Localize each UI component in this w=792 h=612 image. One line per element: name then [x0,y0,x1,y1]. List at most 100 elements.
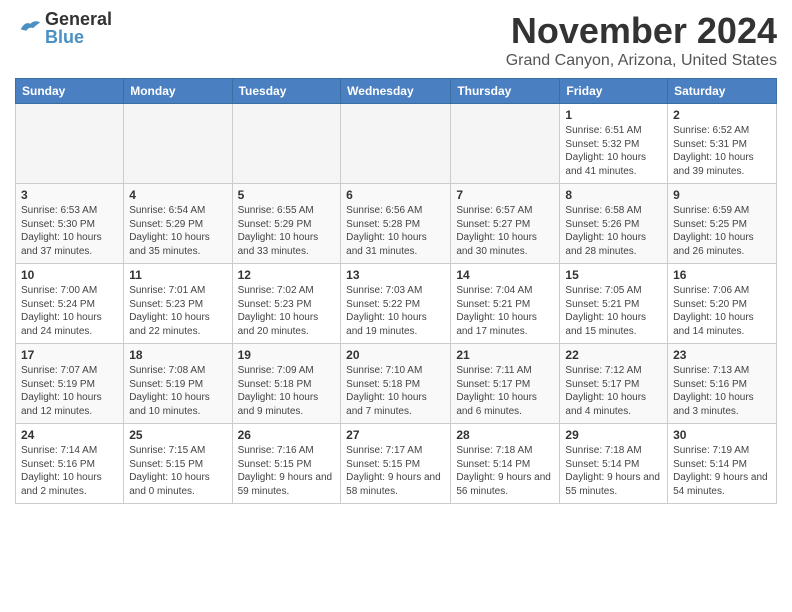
day-info: Sunrise: 7:05 AM Sunset: 5:21 PM Dayligh… [565,284,662,338]
day-info: Sunrise: 6:59 AM Sunset: 5:25 PM Dayligh… [673,204,771,258]
day-number: 15 [565,268,662,282]
day-info: Sunrise: 7:14 AM Sunset: 5:16 PM Dayligh… [21,444,118,498]
calendar-header-row: Sunday Monday Tuesday Wednesday Thursday… [16,79,777,104]
day-info: Sunrise: 7:04 AM Sunset: 5:21 PM Dayligh… [456,284,554,338]
day-number: 28 [456,428,554,442]
day-number: 11 [129,268,226,282]
day-number: 7 [456,188,554,202]
calendar-cell: 11 Sunrise: 7:01 AM Sunset: 5:23 PM Dayl… [124,264,232,344]
col-thursday: Thursday [451,79,560,104]
calendar-cell: 29 Sunrise: 7:18 AM Sunset: 5:14 PM Dayl… [560,424,668,504]
day-info: Sunrise: 6:51 AM Sunset: 5:32 PM Dayligh… [565,124,662,178]
col-tuesday: Tuesday [232,79,341,104]
day-info: Sunrise: 7:15 AM Sunset: 5:15 PM Dayligh… [129,444,226,498]
day-info: Sunrise: 6:52 AM Sunset: 5:31 PM Dayligh… [673,124,771,178]
day-number: 22 [565,348,662,362]
day-info: Sunrise: 6:56 AM Sunset: 5:28 PM Dayligh… [346,204,445,258]
calendar-cell: 14 Sunrise: 7:04 AM Sunset: 5:21 PM Dayl… [451,264,560,344]
day-number: 21 [456,348,554,362]
calendar-cell: 5 Sunrise: 6:55 AM Sunset: 5:29 PM Dayli… [232,184,341,264]
calendar-cell: 1 Sunrise: 6:51 AM Sunset: 5:32 PM Dayli… [560,104,668,184]
calendar-row-2: 10 Sunrise: 7:00 AM Sunset: 5:24 PM Dayl… [16,264,777,344]
day-info: Sunrise: 7:18 AM Sunset: 5:14 PM Dayligh… [565,444,662,498]
day-info: Sunrise: 7:19 AM Sunset: 5:14 PM Dayligh… [673,444,771,498]
title-section: November 2024 Grand Canyon, Arizona, Uni… [506,10,777,70]
day-number: 13 [346,268,445,282]
calendar-cell: 12 Sunrise: 7:02 AM Sunset: 5:23 PM Dayl… [232,264,341,344]
calendar-row-0: 1 Sunrise: 6:51 AM Sunset: 5:32 PM Dayli… [16,104,777,184]
day-number: 25 [129,428,226,442]
day-number: 27 [346,428,445,442]
day-info: Sunrise: 7:02 AM Sunset: 5:23 PM Dayligh… [238,284,336,338]
col-saturday: Saturday [668,79,777,104]
day-info: Sunrise: 7:17 AM Sunset: 5:15 PM Dayligh… [346,444,445,498]
day-number: 16 [673,268,771,282]
day-info: Sunrise: 7:10 AM Sunset: 5:18 PM Dayligh… [346,364,445,418]
calendar-cell: 7 Sunrise: 6:57 AM Sunset: 5:27 PM Dayli… [451,184,560,264]
calendar-cell: 26 Sunrise: 7:16 AM Sunset: 5:15 PM Dayl… [232,424,341,504]
calendar-cell: 20 Sunrise: 7:10 AM Sunset: 5:18 PM Dayl… [341,344,451,424]
day-number: 30 [673,428,771,442]
day-info: Sunrise: 6:57 AM Sunset: 5:27 PM Dayligh… [456,204,554,258]
day-info: Sunrise: 7:18 AM Sunset: 5:14 PM Dayligh… [456,444,554,498]
day-info: Sunrise: 7:00 AM Sunset: 5:24 PM Dayligh… [21,284,118,338]
calendar-row-3: 17 Sunrise: 7:07 AM Sunset: 5:19 PM Dayl… [16,344,777,424]
day-info: Sunrise: 7:11 AM Sunset: 5:17 PM Dayligh… [456,364,554,418]
day-number: 20 [346,348,445,362]
col-monday: Monday [124,79,232,104]
location-title: Grand Canyon, Arizona, United States [506,52,777,70]
day-info: Sunrise: 6:54 AM Sunset: 5:29 PM Dayligh… [129,204,226,258]
calendar-cell: 13 Sunrise: 7:03 AM Sunset: 5:22 PM Dayl… [341,264,451,344]
calendar-row-1: 3 Sunrise: 6:53 AM Sunset: 5:30 PM Dayli… [16,184,777,264]
day-number: 14 [456,268,554,282]
calendar-cell: 17 Sunrise: 7:07 AM Sunset: 5:19 PM Dayl… [16,344,124,424]
calendar-cell: 21 Sunrise: 7:11 AM Sunset: 5:17 PM Dayl… [451,344,560,424]
calendar-cell: 15 Sunrise: 7:05 AM Sunset: 5:21 PM Dayl… [560,264,668,344]
calendar-cell: 10 Sunrise: 7:00 AM Sunset: 5:24 PM Dayl… [16,264,124,344]
logo-general-text: General [45,10,112,28]
day-number: 10 [21,268,118,282]
day-number: 6 [346,188,445,202]
day-number: 17 [21,348,118,362]
day-info: Sunrise: 7:16 AM Sunset: 5:15 PM Dayligh… [238,444,336,498]
day-info: Sunrise: 7:13 AM Sunset: 5:16 PM Dayligh… [673,364,771,418]
calendar-cell: 23 Sunrise: 7:13 AM Sunset: 5:16 PM Dayl… [668,344,777,424]
calendar-cell [341,104,451,184]
day-info: Sunrise: 6:58 AM Sunset: 5:26 PM Dayligh… [565,204,662,258]
calendar-cell: 2 Sunrise: 6:52 AM Sunset: 5:31 PM Dayli… [668,104,777,184]
calendar-row-4: 24 Sunrise: 7:14 AM Sunset: 5:16 PM Dayl… [16,424,777,504]
logo-blue-text: Blue [45,28,112,46]
day-number: 8 [565,188,662,202]
calendar-cell: 16 Sunrise: 7:06 AM Sunset: 5:20 PM Dayl… [668,264,777,344]
day-info: Sunrise: 7:03 AM Sunset: 5:22 PM Dayligh… [346,284,445,338]
day-info: Sunrise: 7:08 AM Sunset: 5:19 PM Dayligh… [129,364,226,418]
logo-text: General Blue [45,10,112,46]
day-number: 24 [21,428,118,442]
calendar-cell: 3 Sunrise: 6:53 AM Sunset: 5:30 PM Dayli… [16,184,124,264]
calendar-cell [16,104,124,184]
calendar-cell [124,104,232,184]
day-number: 23 [673,348,771,362]
calendar-cell [232,104,341,184]
col-wednesday: Wednesday [341,79,451,104]
day-info: Sunrise: 7:09 AM Sunset: 5:18 PM Dayligh… [238,364,336,418]
calendar-cell: 30 Sunrise: 7:19 AM Sunset: 5:14 PM Dayl… [668,424,777,504]
calendar-cell: 18 Sunrise: 7:08 AM Sunset: 5:19 PM Dayl… [124,344,232,424]
day-number: 9 [673,188,771,202]
calendar-cell: 19 Sunrise: 7:09 AM Sunset: 5:18 PM Dayl… [232,344,341,424]
logo-bird-icon [15,14,43,42]
calendar-cell: 9 Sunrise: 6:59 AM Sunset: 5:25 PM Dayli… [668,184,777,264]
day-number: 12 [238,268,336,282]
calendar-table: Sunday Monday Tuesday Wednesday Thursday… [15,78,777,504]
logo: General Blue [15,10,112,46]
day-info: Sunrise: 6:53 AM Sunset: 5:30 PM Dayligh… [21,204,118,258]
calendar-cell: 6 Sunrise: 6:56 AM Sunset: 5:28 PM Dayli… [341,184,451,264]
day-number: 5 [238,188,336,202]
day-number: 1 [565,108,662,122]
calendar-cell: 22 Sunrise: 7:12 AM Sunset: 5:17 PM Dayl… [560,344,668,424]
day-number: 18 [129,348,226,362]
page-header: General Blue November 2024 Grand Canyon,… [15,10,777,70]
calendar-cell: 27 Sunrise: 7:17 AM Sunset: 5:15 PM Dayl… [341,424,451,504]
calendar-cell: 8 Sunrise: 6:58 AM Sunset: 5:26 PM Dayli… [560,184,668,264]
col-friday: Friday [560,79,668,104]
